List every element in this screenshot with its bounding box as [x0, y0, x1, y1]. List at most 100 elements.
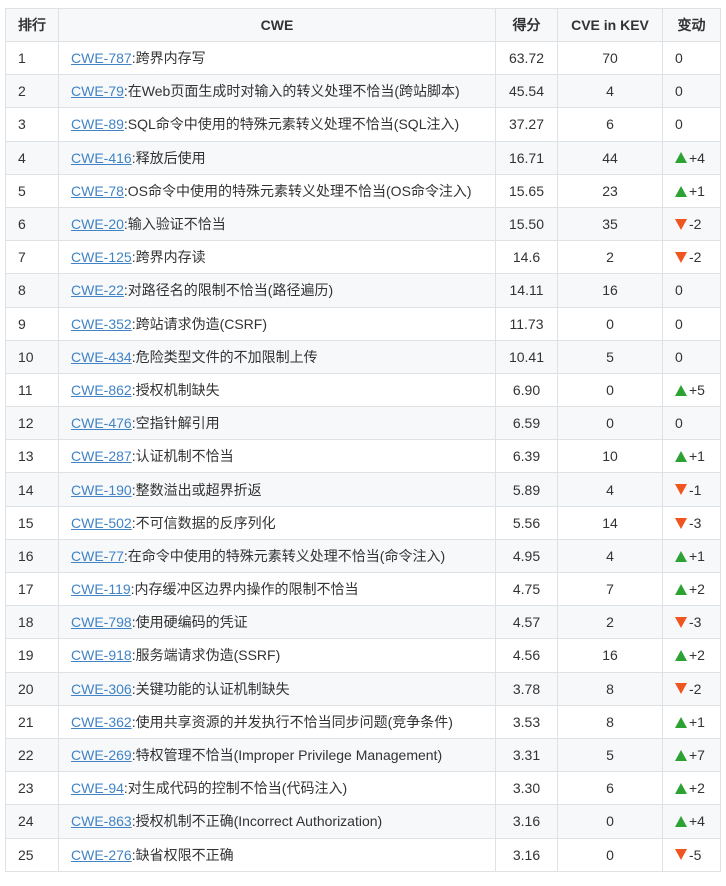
cwe-cell: CWE-787:跨界内存写 — [58, 40, 496, 76]
cwe-link[interactable]: CWE-434 — [71, 349, 132, 365]
cwe-description: :不可信数据的反序列化 — [131, 514, 276, 531]
score-cell: 37.27 — [495, 107, 558, 142]
kev-cell: 16 — [557, 638, 663, 673]
rank-cell: 9 — [5, 306, 59, 341]
cwe-link[interactable]: CWE-79 — [71, 83, 124, 99]
cwe-link[interactable]: CWE-918 — [71, 647, 132, 663]
change-value: 0 — [675, 315, 683, 332]
change-cell: +2 — [662, 638, 721, 673]
change-value: +5 — [689, 381, 705, 398]
score-cell: 6.59 — [495, 406, 558, 441]
cwe-cell: CWE-862:授权机制缺失 — [58, 372, 496, 408]
kev-cell: 14 — [557, 505, 663, 540]
change-cell: +5 — [662, 372, 721, 408]
cwe-link[interactable]: CWE-416 — [71, 150, 132, 166]
up-arrow-icon — [675, 716, 687, 728]
table-row: 9 CWE-352:跨站请求伪造(CSRF) 11.73 0 0 — [5, 306, 721, 341]
table-row: 8 CWE-22:对路径名的限制不恰当(路径遍历) 14.11 16 0 — [5, 273, 721, 308]
cwe-link[interactable]: CWE-352 — [71, 316, 132, 332]
change-value: +1 — [689, 713, 705, 730]
kev-cell: 8 — [557, 704, 663, 739]
cwe-description: :整数溢出或超界折返 — [131, 481, 262, 498]
cwe-link[interactable]: CWE-798 — [71, 614, 132, 630]
cwe-link[interactable]: CWE-306 — [71, 681, 132, 697]
cwe-description: :特权管理不恰当(Improper Privilege Management) — [131, 747, 443, 764]
rank-cell: 17 — [5, 571, 59, 607]
kev-cell: 16 — [557, 273, 663, 308]
change-cell: -2 — [662, 671, 721, 706]
kev-cell: 70 — [557, 40, 663, 76]
cwe-link[interactable]: CWE-862 — [71, 382, 132, 398]
score-cell: 16.71 — [495, 140, 558, 175]
cwe-description: :OS命令中使用的特殊元素转义处理不恰当(OS命令注入) — [123, 182, 472, 199]
score-cell: 3.78 — [495, 671, 558, 706]
cwe-link[interactable]: CWE-77 — [71, 548, 124, 564]
cwe-link[interactable]: CWE-22 — [71, 282, 124, 298]
rank-cell: 1 — [5, 40, 59, 76]
score-cell: 3.16 — [495, 837, 558, 872]
change-value: +1 — [689, 182, 705, 199]
score-cell: 15.65 — [495, 173, 558, 208]
score-cell: 3.16 — [495, 804, 558, 839]
kev-cell: 6 — [557, 107, 663, 142]
cwe-cell: CWE-78:OS命令中使用的特殊元素转义处理不恰当(OS命令注入) — [58, 173, 496, 208]
score-cell: 10.41 — [495, 339, 558, 374]
cwe-description: :跨界内存读 — [131, 249, 206, 266]
cwe-link[interactable]: CWE-89 — [71, 116, 124, 132]
cwe-link[interactable]: CWE-863 — [71, 813, 132, 829]
table-row: 19 CWE-918:服务端请求伪造(SSRF) 4.56 16 +2 — [5, 638, 721, 673]
cwe-link[interactable]: CWE-190 — [71, 482, 132, 498]
table-header: 排行 CWE 得分 CVE in KEV 变动 — [5, 8, 721, 42]
cwe-link[interactable]: CWE-287 — [71, 448, 132, 464]
change-value: -2 — [689, 249, 702, 266]
up-arrow-icon — [675, 152, 687, 164]
kev-cell: 5 — [557, 339, 663, 374]
down-arrow-icon — [675, 484, 687, 496]
cwe-link[interactable]: CWE-94 — [71, 780, 124, 796]
cwe-link[interactable]: CWE-476 — [71, 415, 132, 431]
change-value: -2 — [689, 216, 702, 233]
cwe-link[interactable]: CWE-78 — [71, 183, 124, 199]
change-cell: +1 — [662, 538, 721, 574]
table-body: 1 CWE-787:跨界内存写 63.72 70 0 2 CWE-79:在Web页面生成时对… — [5, 40, 721, 872]
cwe-link[interactable]: CWE-787 — [71, 50, 132, 66]
cwe-description: :缺省权限不正确 — [131, 846, 234, 863]
kev-cell: 44 — [557, 140, 663, 175]
table-row: 4 CWE-416:释放后使用 16.71 44 +4 — [5, 140, 721, 175]
cwe-link[interactable]: CWE-125 — [71, 249, 132, 265]
cwe-link[interactable]: CWE-20 — [71, 216, 124, 232]
rank-cell: 22 — [5, 737, 59, 773]
down-arrow-icon — [675, 683, 687, 695]
table-row: 18 CWE-798:使用硬编码的凭证 4.57 2 -3 — [5, 605, 721, 640]
up-arrow-icon — [675, 550, 687, 562]
rank-cell: 8 — [5, 273, 59, 308]
table-row: 12 CWE-476:空指针解引用 6.59 0 0 — [5, 406, 721, 441]
table-row: 22 CWE-269:特权管理不恰当(Improper Privilege Man… — [5, 737, 721, 773]
cwe-link[interactable]: CWE-119 — [71, 581, 131, 597]
rank-cell: 6 — [5, 206, 59, 242]
change-cell: 0 — [662, 74, 721, 109]
cwe-link[interactable]: CWE-362 — [71, 714, 132, 730]
header-score: 得分 — [495, 8, 558, 42]
table-row: 14 CWE-190:整数溢出或超界折返 5.89 4 -1 — [5, 472, 721, 507]
change-value: +1 — [689, 547, 705, 564]
cwe-cell: CWE-416:释放后使用 — [58, 140, 496, 175]
rank-cell: 11 — [5, 372, 59, 408]
change-value: -5 — [689, 846, 702, 863]
cwe-link[interactable]: CWE-276 — [71, 847, 132, 863]
change-value: 0 — [675, 83, 683, 100]
change-value: 0 — [675, 50, 683, 67]
score-cell: 3.30 — [495, 771, 558, 806]
table-row: 6 CWE-20:输入验证不恰当 15.50 35 -2 — [5, 206, 721, 242]
cwe-link[interactable]: CWE-269 — [71, 747, 132, 763]
change-cell: +7 — [662, 737, 721, 773]
change-cell: 0 — [662, 339, 721, 374]
cwe-link[interactable]: CWE-502 — [71, 515, 132, 531]
table-row: 16 CWE-77:在命令中使用的特殊元素转义处理不恰当(命令注入) 4.95 4 +1 — [5, 538, 721, 574]
change-cell: +4 — [662, 804, 721, 839]
table-row: 2 CWE-79:在Web页面生成时对输入的转义处理不恰当(跨站脚本) 45.54 4… — [5, 74, 721, 109]
cwe-description: :危险类型文件的不加限制上传 — [131, 348, 318, 365]
change-cell: 0 — [662, 107, 721, 142]
cwe-cell: CWE-362:使用共享资源的并发执行不恰当同步问题(竞争条件) — [58, 704, 496, 739]
cwe-description: :授权机制缺失 — [131, 381, 220, 398]
